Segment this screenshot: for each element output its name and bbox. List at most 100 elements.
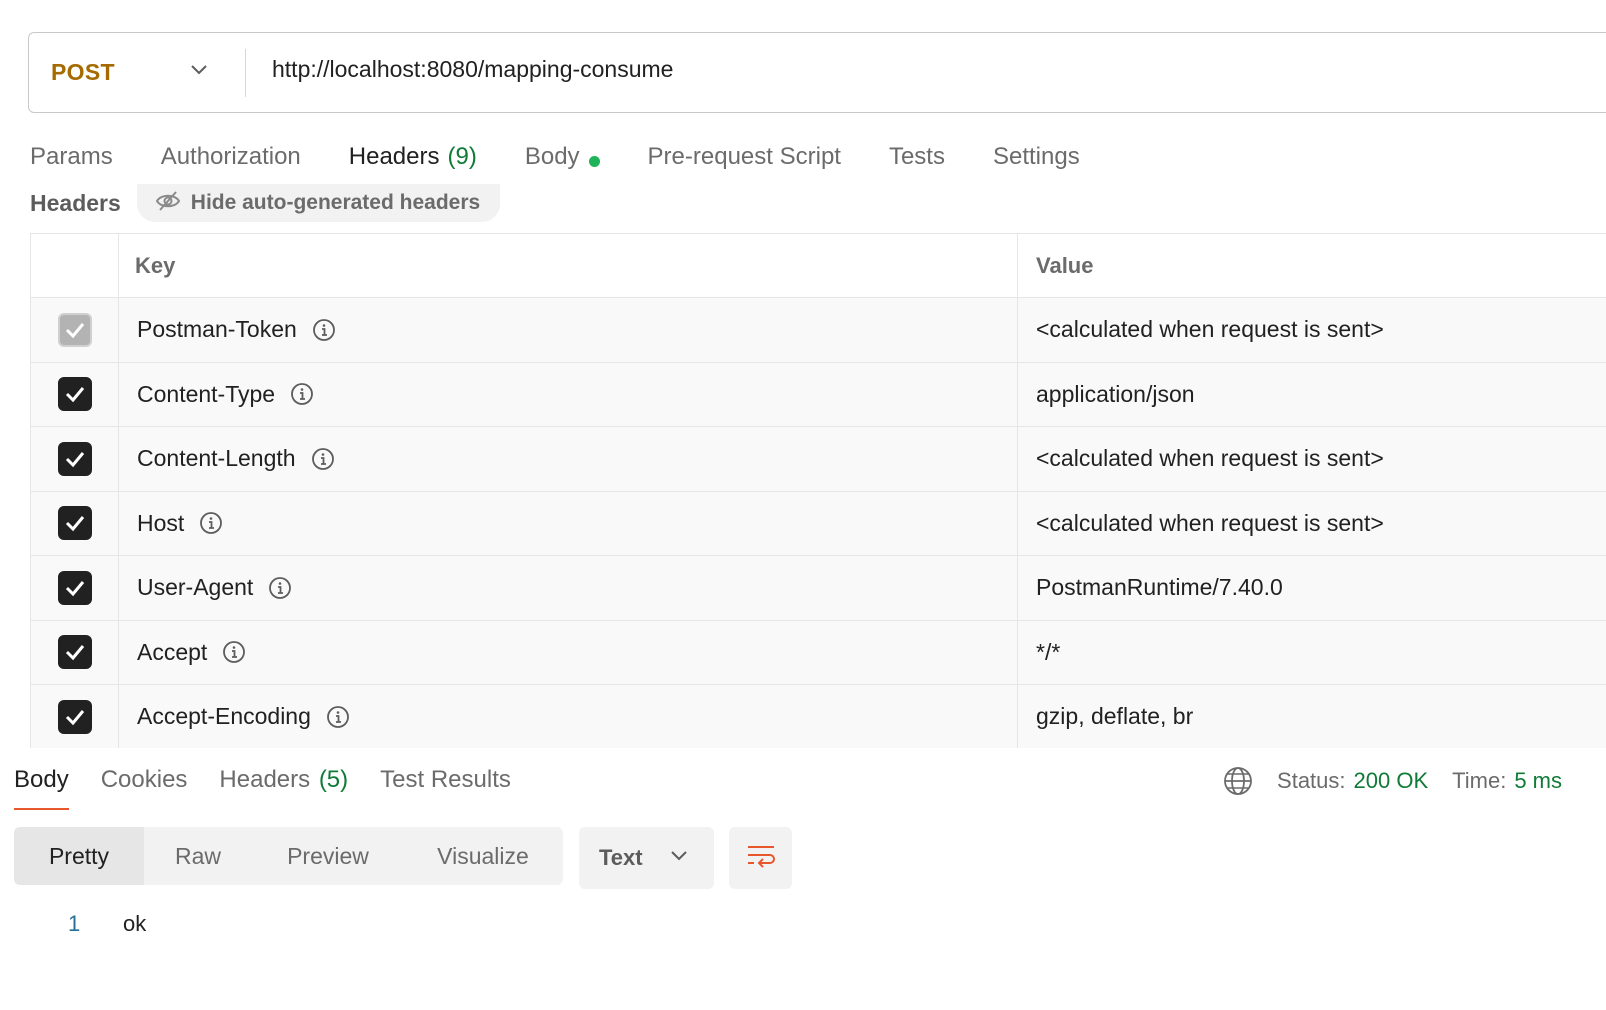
value-cell[interactable]: application/json: [1018, 363, 1606, 427]
info-icon[interactable]: [312, 318, 336, 342]
key-cell[interactable]: Content-Type: [119, 362, 1018, 426]
header-key: Content-Length: [137, 445, 296, 472]
tab-label: Pre-request Script: [647, 143, 841, 170]
tab-settings[interactable]: Settings: [993, 138, 1080, 188]
header-key: Content-Type: [137, 380, 276, 407]
key-cell[interactable]: Content-Length: [119, 427, 1018, 491]
info-icon[interactable]: [222, 640, 246, 664]
tab-tests[interactable]: Tests: [889, 138, 945, 188]
hide-auto-label: Hide auto-generated headers: [190, 191, 481, 214]
wrap-lines-button[interactable]: [729, 827, 792, 889]
value-header-label: Value: [1036, 252, 1094, 278]
response-tabs: Body Cookies Headers (5) Test Results: [14, 762, 543, 810]
header-value: PostmanRuntime/7.40.0: [1036, 574, 1283, 601]
row-checkbox[interactable]: [57, 506, 92, 541]
response-meta: Status: 200 OK Time: 5 ms: [1223, 766, 1562, 796]
row-checkbox[interactable]: [57, 377, 92, 412]
tab-label: Settings: [992, 143, 1080, 170]
row-checkbox[interactable]: [57, 635, 92, 670]
value-cell[interactable]: */*: [1018, 621, 1606, 685]
view-preview[interactable]: Preview: [252, 827, 404, 885]
time-label: Time:: [1452, 768, 1507, 793]
info-icon[interactable]: [326, 705, 350, 729]
key-cell[interactable]: Postman-Token: [119, 298, 1018, 362]
status-value[interactable]: 200 OK: [1354, 768, 1429, 794]
response-tab-headers[interactable]: Headers (5): [219, 762, 348, 810]
header-key: Postman-Token: [137, 316, 297, 343]
method-select[interactable]: POST: [29, 33, 245, 112]
value-cell[interactable]: PostmanRuntime/7.40.0: [1018, 556, 1606, 620]
tab-label: Authorization: [160, 143, 301, 170]
tab-label: Params: [30, 143, 113, 170]
value-cell[interactable]: <calculated when request is sent>: [1018, 298, 1606, 362]
table-row: Content-Length <calculated when request …: [31, 427, 1606, 492]
table-row: Accept-Encoding gzip, deflate, br: [31, 685, 1606, 749]
value-cell[interactable]: <calculated when request is sent>: [1018, 427, 1606, 491]
check-icon: [65, 580, 84, 596]
value-cell[interactable]: gzip, deflate, br: [1018, 685, 1606, 749]
url-input[interactable]: [246, 30, 1606, 109]
header-value: <calculated when request is sent>: [1036, 445, 1384, 472]
tab-pre-request-script[interactable]: Pre-request Script: [648, 138, 841, 188]
view-pretty[interactable]: Pretty: [14, 827, 144, 885]
request-url-bar: POST: [28, 30, 1606, 113]
info-icon[interactable]: [199, 511, 223, 535]
chevron-down-icon: [669, 849, 689, 868]
row-checkbox[interactable]: [57, 441, 92, 476]
tab-label: Cookies: [100, 766, 188, 793]
tab-authorization[interactable]: Authorization: [161, 138, 301, 188]
tab-body[interactable]: Body: [525, 138, 600, 188]
response-tab-test-results[interactable]: Test Results: [380, 762, 511, 810]
method-label: POST: [51, 59, 115, 85]
row-checkbox[interactable]: [57, 312, 92, 347]
table-row: Accept */*: [31, 620, 1606, 685]
status-label: Status:: [1277, 768, 1346, 793]
check-icon: [65, 516, 84, 532]
table-row: Content-Type application/json: [31, 362, 1606, 427]
row-checkbox[interactable]: [57, 570, 92, 605]
hide-auto-generated-button[interactable]: Hide auto-generated headers: [136, 184, 501, 222]
tab-label: Body: [524, 143, 580, 170]
view-visualize[interactable]: Visualize: [404, 827, 562, 885]
key-header-label: Key: [135, 252, 176, 278]
key-cell[interactable]: User-Agent: [119, 556, 1018, 620]
check-icon: [65, 451, 84, 467]
table-header-row: Key Value: [31, 234, 1606, 298]
time-value[interactable]: 5 ms: [1514, 768, 1562, 794]
value-column-header: Value: [1018, 234, 1606, 297]
globe-icon[interactable]: [1223, 766, 1253, 796]
line-number: 1: [68, 911, 81, 936]
header-value: <calculated when request is sent>: [1036, 509, 1384, 536]
check-icon: [65, 322, 84, 338]
value-cell[interactable]: <calculated when request is sent>: [1018, 492, 1606, 556]
info-icon[interactable]: [290, 382, 314, 406]
format-select[interactable]: Text: [579, 827, 714, 889]
key-column-header: Key: [119, 234, 1018, 297]
tab-params[interactable]: Params: [30, 138, 113, 188]
headers-subheader: Headers Hide auto-generated headers: [30, 183, 501, 223]
tab-label: Headers: [348, 143, 440, 170]
response-pane: Body Cookies Headers (5) Test Results St…: [0, 748, 1606, 1010]
header-value: application/json: [1036, 380, 1195, 407]
view-raw[interactable]: Raw: [144, 827, 252, 885]
info-icon[interactable]: [311, 447, 335, 471]
response-body-code: 1 ok: [68, 911, 146, 937]
table-row: User-Agent PostmanRuntime/7.40.0: [31, 556, 1606, 621]
response-tab-body[interactable]: Body: [14, 762, 69, 810]
tab-headers[interactable]: Headers (9): [348, 138, 485, 188]
row-checkbox[interactable]: [57, 699, 92, 734]
check-cell: [31, 620, 119, 684]
check-icon: [65, 387, 84, 403]
check-cell: [31, 556, 119, 620]
key-cell[interactable]: Host: [119, 491, 1018, 555]
check-cell: [31, 298, 119, 362]
view-mode-segmented: Pretty Raw Preview Visualize: [14, 827, 563, 885]
body-modified-dot: [588, 156, 600, 167]
key-cell[interactable]: Accept: [119, 620, 1018, 684]
header-value: */*: [1036, 638, 1061, 665]
info-icon[interactable]: [268, 576, 292, 600]
header-key: Accept: [137, 638, 208, 665]
key-cell[interactable]: Accept-Encoding: [119, 685, 1018, 749]
response-tab-cookies[interactable]: Cookies: [101, 762, 188, 810]
check-icon: [65, 645, 84, 661]
